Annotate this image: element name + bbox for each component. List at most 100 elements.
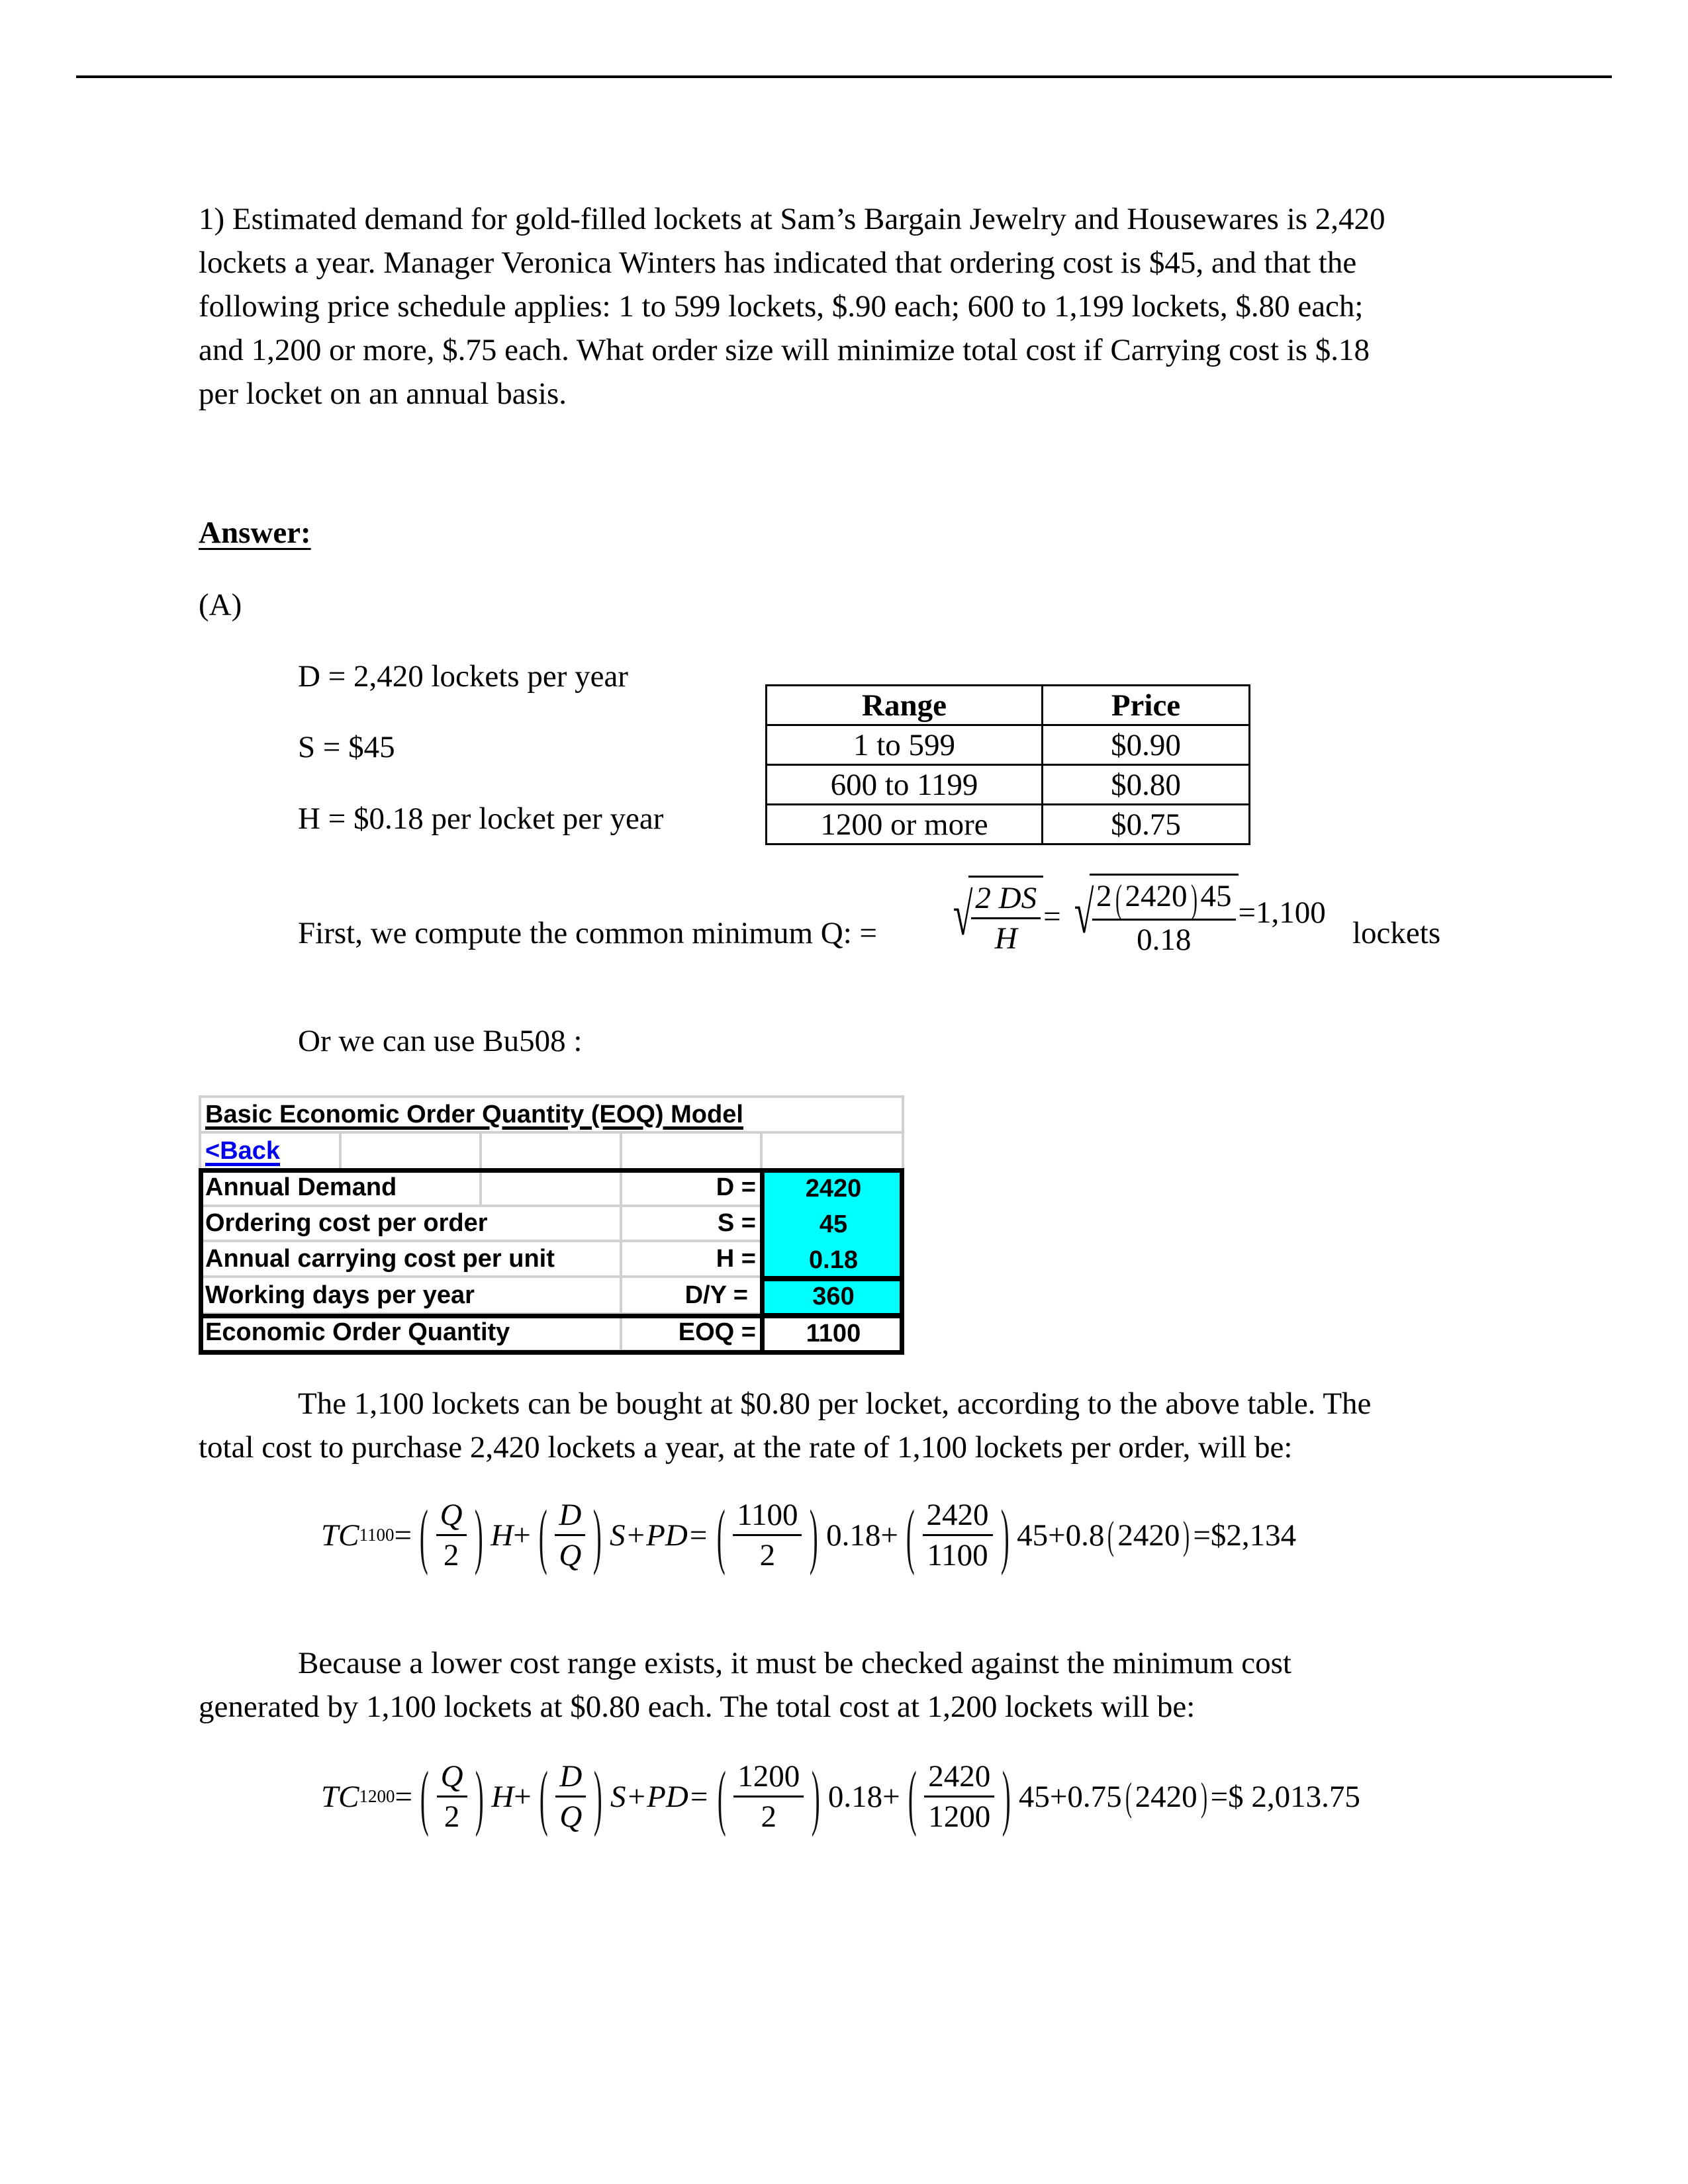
eoq-intro-text: First, we compute the common minimum Q: … <box>298 916 878 950</box>
frac-den: 2 <box>761 1799 776 1834</box>
numeric-denominator: 0.18 <box>1137 923 1192 958</box>
row-label: Ordering cost per order <box>201 1207 622 1242</box>
term-s: S <box>609 1518 626 1553</box>
back-link-cell: <Back <box>201 1134 342 1171</box>
frac-num: 1200 <box>733 1757 804 1797</box>
para1-line: total cost to purchase 2,420 lockets a y… <box>199 1430 1293 1465</box>
question-line: per locket on an annual basis. <box>199 377 567 411</box>
formula-denominator: H <box>994 921 1017 956</box>
tc-subscript: 1200 <box>359 1786 395 1806</box>
sheet-row-ordering-cost: Ordering cost per order S = 45 <box>201 1207 904 1242</box>
demand-input[interactable]: 2420 <box>763 1171 904 1207</box>
question-line: following price schedule applies: 1 to 5… <box>199 289 1364 324</box>
para2-line: Because a lower cost range exists, it mu… <box>298 1646 1291 1680</box>
sheet-title-cell: Basic Economic Order Quantity (EOQ) Mode… <box>201 1098 904 1134</box>
given-demand: D = 2,420 lockets per year <box>298 659 628 694</box>
sqrt-numeric: √ 2(2420) 45 0.18 <box>1061 874 1239 959</box>
frac-den: 2 <box>759 1538 776 1572</box>
tail-demand: 2420 <box>1117 1518 1180 1553</box>
row-label: Economic Order Quantity <box>201 1315 622 1352</box>
term-h: H <box>491 1779 514 1814</box>
frac-q: Q <box>559 1538 582 1572</box>
frac-q: Q <box>436 1757 467 1797</box>
sheet-row-working-days: Working days per year D/Y = 360 <box>201 1278 904 1315</box>
plus: + <box>513 1518 531 1553</box>
range-cell: 1200 or more <box>765 803 1043 845</box>
tail-demand: 2420 <box>1135 1779 1197 1814</box>
empty-cell <box>763 1134 904 1171</box>
range-cell: 1 to 599 <box>765 724 1043 766</box>
sqrt-symbolic: √ 2 DS H <box>940 875 1044 958</box>
row-symbol: D = <box>622 1171 763 1207</box>
given-holding-cost: H = $0.18 per locket per year <box>298 801 664 836</box>
formula-numerator: 2 DS <box>971 879 1041 919</box>
tail-term: 45+0.75 <box>1018 1779 1122 1814</box>
frac-2: 2 <box>444 1799 460 1834</box>
frac-num: 2420 <box>924 1757 995 1797</box>
ordering-cost-input[interactable]: 45 <box>763 1207 904 1242</box>
term-pd: +PD= <box>625 1518 709 1553</box>
header-range: Range <box>765 684 1043 726</box>
sheet-row-carrying-cost: Annual carrying cost per unit H = 0.18 <box>201 1242 904 1278</box>
eoq-unit: lockets <box>1352 916 1441 950</box>
tc1100-equation: TC 1100 = ( Q2 ) H + ( DQ ) S +PD= ( 1100 2 … <box>321 1494 1297 1576</box>
term-h: H <box>491 1518 514 1553</box>
radical-icon: √ <box>953 882 973 948</box>
given-ordering-cost: S = $45 <box>298 730 395 764</box>
numerator-factor: 2 <box>1096 879 1112 913</box>
row-symbol: D/Y = <box>622 1278 763 1315</box>
frac-den: 1100 <box>927 1538 988 1572</box>
plus: + <box>514 1779 532 1814</box>
sheet-row-eoq: Economic Order Quantity EOQ = 1100 <box>201 1315 904 1352</box>
row-label: Annual carrying cost per unit <box>201 1242 622 1278</box>
question-paragraph: 1) Estimated demand for gold-filled lock… <box>199 197 1385 416</box>
back-link[interactable]: <Back <box>205 1137 280 1165</box>
table-header-row: Range Price <box>765 684 1250 726</box>
price-schedule-table: Range Price 1 to 599 $0.90 600 to 1199 $… <box>765 684 1250 845</box>
empty-cell <box>342 1134 482 1171</box>
numerator-cost: 45 <box>1200 879 1232 913</box>
price-cell: $0.80 <box>1041 764 1250 805</box>
tc1200-result: =$ 2,013.75 <box>1210 1779 1360 1814</box>
eoq-formula: √ 2 DS H = √ 2(2420) 45 0.18 =1,100 <box>940 874 1326 959</box>
holding-value: 0.18+ <box>826 1518 898 1553</box>
row-symbol: H = <box>622 1242 763 1278</box>
tc-label: TC <box>321 1779 359 1814</box>
eoq-result: =1,100 <box>1238 895 1326 930</box>
eoq-output: 1100 <box>806 1319 861 1347</box>
frac-den: 1200 <box>928 1799 991 1834</box>
term-s: S <box>610 1779 626 1814</box>
numerator-demand: 2420 <box>1125 879 1188 913</box>
tc1100-result: =$2,134 <box>1193 1518 1297 1553</box>
row-label: Working days per year <box>201 1278 622 1315</box>
answer-heading: Answer: <box>199 516 311 550</box>
part-label: (A) <box>199 588 242 622</box>
empty-cell <box>622 1134 763 1171</box>
table-row: 600 to 1199 $0.80 <box>765 764 1250 805</box>
carrying-cost-input[interactable]: 0.18 <box>763 1242 904 1278</box>
frac-q: Q <box>436 1496 467 1536</box>
frac-d: D <box>555 1496 586 1536</box>
row-symbol: EOQ = <box>622 1315 763 1352</box>
question-line: lockets a year. Manager Veronica Winters… <box>199 246 1357 280</box>
frac-num: 1100 <box>733 1496 802 1536</box>
row-symbol: S = <box>622 1207 763 1242</box>
empty-cell <box>482 1171 622 1207</box>
tc1200-equation: TC 1200 = ( Q2 ) H + ( DQ ) S +PD= ( 1200 2 … <box>321 1756 1360 1837</box>
header-rule <box>76 75 1612 78</box>
frac-num: 2420 <box>922 1496 993 1536</box>
working-days-input[interactable]: 360 <box>763 1278 904 1315</box>
numeric-numerator: 2(2420) 45 <box>1092 877 1236 921</box>
holding-value: 0.18+ <box>827 1779 900 1814</box>
term-pd: +PD= <box>626 1779 710 1814</box>
question-line: and 1,200 or more, $.75 each. What order… <box>199 333 1370 367</box>
range-cell: 600 to 1199 <box>765 764 1043 805</box>
equals-sign: = <box>1043 899 1061 934</box>
frac-2: 2 <box>443 1538 459 1572</box>
row-label: Annual Demand <box>201 1171 482 1207</box>
table-row: 1200 or more $0.75 <box>765 803 1250 845</box>
radical-icon: √ <box>1074 880 1094 946</box>
para1-line: The 1,100 lockets can be bought at $0.80… <box>298 1387 1372 1421</box>
para2-line: generated by 1,100 lockets at $0.80 each… <box>199 1690 1196 1724</box>
empty-cell <box>482 1134 622 1171</box>
